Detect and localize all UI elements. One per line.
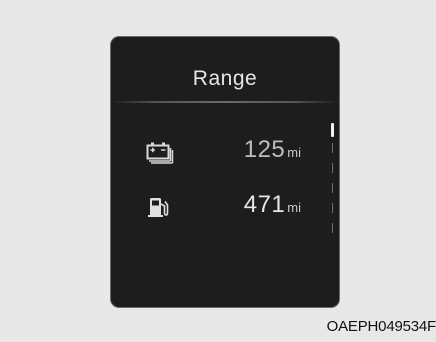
cluster-display: Range 125 mi 471 mi — [110, 36, 340, 308]
scrollbar-thumb[interactable] — [331, 123, 334, 137]
ev-range-row: 125 mi — [111, 132, 339, 172]
range-title: Range — [192, 67, 258, 90]
scrollbar[interactable] — [331, 123, 334, 235]
fuel-range-unit: mi — [287, 200, 301, 215]
scrollbar-track — [332, 143, 333, 235]
ev-range-number: 125 — [243, 136, 286, 163]
ev-range-value: 125 mi — [244, 136, 301, 164]
fuel-range-value: 471 mi — [244, 191, 301, 219]
figure-code: OAEPH049534F — [326, 318, 436, 335]
fuel-range-row: 471 mi — [111, 187, 339, 227]
battery-icon — [145, 140, 175, 164]
fuel-pump-icon — [145, 195, 175, 219]
title-divider — [111, 101, 339, 103]
fuel-range-number: 471 — [243, 191, 286, 218]
ev-range-unit: mi — [287, 145, 301, 160]
